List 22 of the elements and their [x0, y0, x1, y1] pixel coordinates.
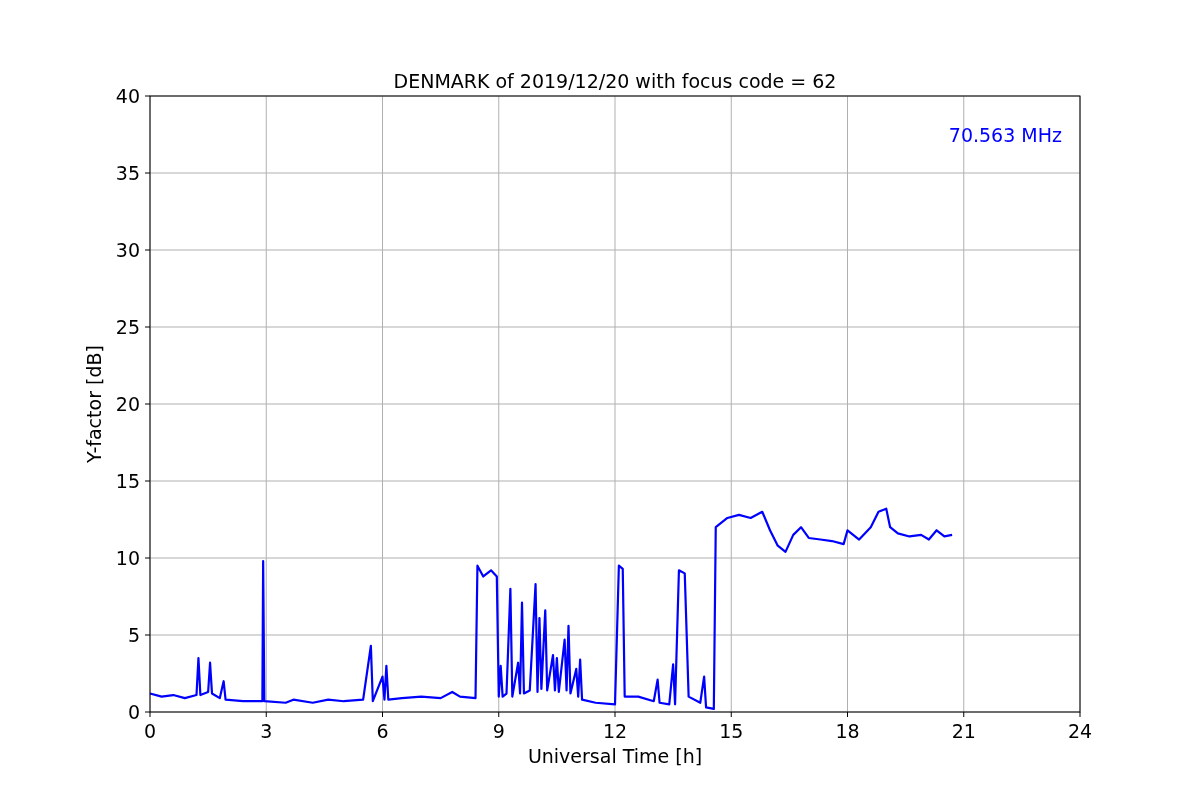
x-tick-label: 0	[143, 720, 157, 742]
x-axis-label: Universal Time [h]	[527, 745, 703, 767]
x-tick-label: 9	[492, 720, 505, 742]
y-axis-label: Y-factor [dB]	[83, 345, 105, 463]
x-tick-label: 6	[376, 720, 389, 742]
y-tick-label: 40	[115, 85, 140, 107]
x-tick-label: 24	[1067, 720, 1093, 742]
y-tick-label: 5	[127, 624, 140, 646]
x-tick-label: 18	[835, 720, 860, 742]
y-tick-label: 0	[127, 701, 140, 723]
x-tick-label: 21	[951, 720, 976, 742]
x-tick-label: 15	[719, 720, 744, 742]
series-label: 70.563 MHz	[948, 124, 1062, 146]
x-tick-label: 3	[260, 720, 273, 742]
y-tick-label: 35	[115, 162, 140, 184]
y-tick-label: 10	[115, 547, 140, 569]
y-tick-label: 30	[115, 239, 140, 261]
x-tick-label: 12	[602, 720, 628, 742]
y-tick-label: 15	[115, 470, 140, 492]
chart-title: DENMARK of 2019/12/20 with focus code = 62	[393, 70, 837, 92]
y-tick-label: 20	[115, 393, 140, 415]
y-tick-label: 25	[115, 316, 140, 338]
